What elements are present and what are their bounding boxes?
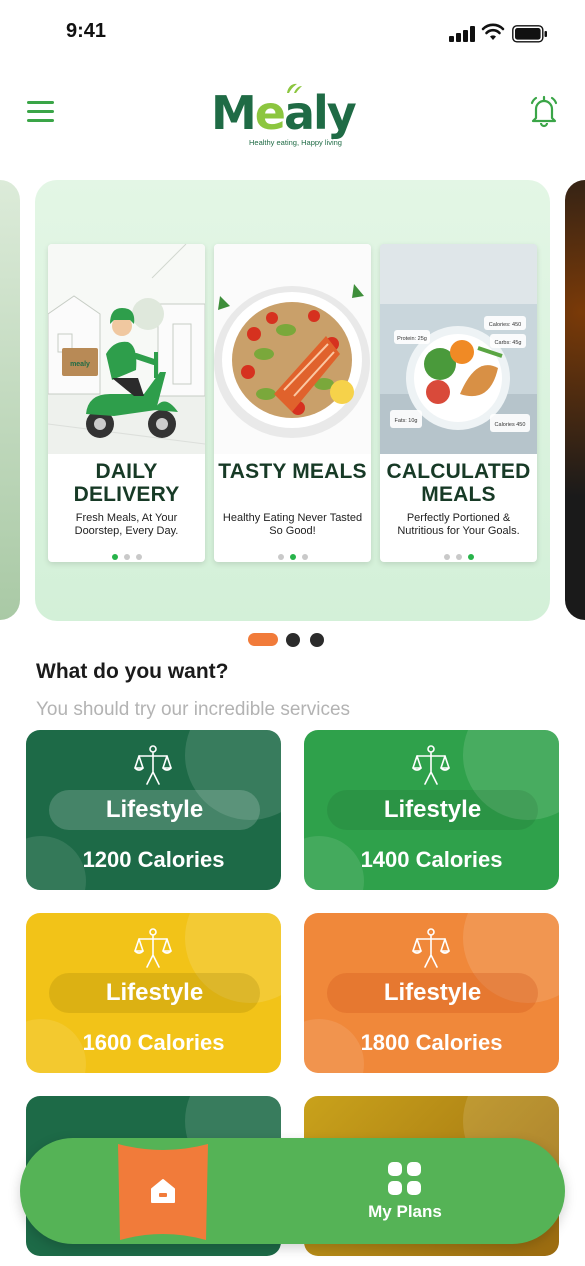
plan-tile-1800[interactable]: Lifestyle 1800 Calories: [304, 913, 559, 1073]
nav-my-plans-label: My Plans: [368, 1202, 442, 1221]
card-page-dots: [380, 545, 537, 560]
tile-calories: 1400 Calories: [360, 847, 503, 872]
bell-icon[interactable]: [527, 94, 561, 128]
card-title: DAILY DELIVERY: [73, 460, 180, 506]
card-page-dots: [214, 545, 371, 560]
card-subtitle: Healthy Eating Never Tasted So Good!: [222, 512, 363, 537]
mealy-logo: Mealy Healthy eating, Happy living: [211, 83, 373, 154]
plan-tile-1200[interactable]: Lifestyle 1200 Calories: [26, 730, 281, 890]
svg-text:Fats: 10g: Fats: 10g: [395, 418, 418, 424]
section-title: What do you want?: [36, 660, 229, 683]
hamburger-menu-icon[interactable]: [27, 99, 55, 123]
delivery-scooter-illustration: mealy: [48, 244, 205, 454]
pager-dot[interactable]: [310, 633, 324, 647]
battery-icon: [512, 25, 547, 43]
plan-tile-1400[interactable]: Lifestyle 1400 Calories: [304, 730, 559, 890]
carousel-slide[interactable]: mealy DAILY DELIVERY Fresh Meals, At You…: [35, 180, 550, 621]
pager-dot-active[interactable]: [248, 633, 278, 646]
tile-label: Lifestyle: [49, 973, 260, 1013]
pager-dot[interactable]: [286, 633, 300, 647]
card-subtitle: Perfectly Portioned & Nutritious for You…: [397, 512, 520, 537]
card-subtitle: Fresh Meals, At Your Doorstep, Every Day…: [74, 512, 179, 537]
svg-text:Carbs: 45g: Carbs: 45g: [495, 340, 522, 346]
card-page-dots: [48, 545, 205, 560]
logo-wordmark: Mealy: [211, 86, 357, 140]
cellular-signal-icon: [449, 26, 475, 42]
svg-text:Calories 450: Calories 450: [495, 422, 526, 428]
scale-person-icon: [134, 928, 172, 968]
app-header: Mealy Healthy eating, Happy living: [0, 80, 585, 152]
promo-card-calculated-meals: Protein: 25g Calories: 450 Carbs: 45g Fa…: [380, 244, 537, 562]
promo-card-daily-delivery: mealy DAILY DELIVERY Fresh Meals, At You…: [48, 244, 205, 562]
tile-label: Lifestyle: [327, 973, 538, 1013]
card-title: TASTY MEALS: [218, 460, 367, 483]
plan-tile-1600[interactable]: Lifestyle 1600 Calories: [26, 913, 281, 1073]
card-title: CALCULATED MEALS: [386, 460, 531, 506]
carousel-next-slide[interactable]: [565, 180, 585, 620]
tile-calories: 1200 Calories: [82, 847, 225, 872]
promo-carousel[interactable]: mealy DAILY DELIVERY Fresh Meals, At You…: [0, 180, 585, 622]
svg-text:Calories: 450: Calories: 450: [489, 322, 521, 328]
status-bar: 9:41: [0, 0, 585, 62]
grid-icon: [388, 1162, 422, 1196]
svg-text:mealy: mealy: [70, 361, 90, 368]
scale-person-icon: [412, 745, 450, 785]
status-time: 9:41: [66, 20, 107, 42]
home-icon: [151, 1179, 175, 1203]
nav-my-plans-tab[interactable]: My Plans: [350, 1160, 460, 1226]
wifi-icon: [481, 23, 505, 40]
carousel-prev-slide[interactable]: [0, 180, 20, 620]
svg-text:Protein: 25g: Protein: 25g: [397, 336, 427, 342]
scale-person-icon: [134, 745, 172, 785]
salmon-salad-plate-photo: [214, 244, 371, 454]
scale-person-icon: [412, 928, 450, 968]
tile-label: Lifestyle: [327, 790, 538, 830]
tile-label: Lifestyle: [49, 790, 260, 830]
carousel-pager: [0, 632, 585, 648]
nutrition-plate-photo: Protein: 25g Calories: 450 Carbs: 45g Fa…: [380, 244, 537, 454]
nav-home-tab[interactable]: [118, 1144, 208, 1240]
logo-tagline: Healthy eating, Happy living: [249, 138, 342, 147]
bottom-nav-bar: My Plans: [20, 1138, 565, 1244]
section-subtitle: You should try our incredible services: [36, 699, 351, 720]
tile-calories: 1600 Calories: [82, 1030, 225, 1055]
tile-calories: 1800 Calories: [360, 1030, 503, 1055]
promo-card-tasty-meals: TASTY MEALS Healthy Eating Never Tasted …: [214, 244, 371, 562]
